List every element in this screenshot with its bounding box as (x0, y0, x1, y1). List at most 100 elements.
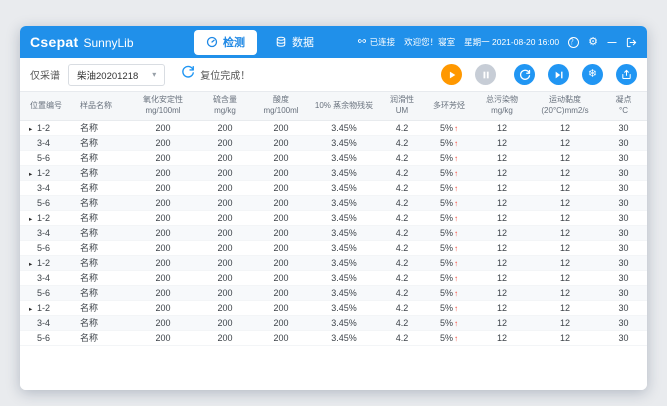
acidity-cell: 200 (254, 240, 308, 255)
position-cell: ▸1-2 (20, 255, 72, 270)
pollutant-cell: 12 (474, 210, 530, 225)
sample-name-cell: 名称 (72, 195, 130, 210)
pour-point-cell: 30 (600, 135, 647, 150)
settings-icon[interactable]: ⚙ (588, 37, 598, 48)
sulfur-cell: 200 (196, 255, 254, 270)
lubricity-cell: 4.2 (380, 315, 424, 330)
viscosity-cell: 12 (530, 315, 600, 330)
pah-value: 5% (440, 228, 453, 238)
freeze-button[interactable]: ❄ (582, 64, 603, 85)
sulfur-cell: 200 (196, 285, 254, 300)
reset-icon[interactable] (181, 65, 195, 84)
tab-data[interactable]: 数据 (263, 30, 326, 55)
acidity-cell: 200 (254, 180, 308, 195)
pollutant-cell: 12 (474, 120, 530, 135)
lubricity-cell: 4.2 (380, 255, 424, 270)
oxidation-cell: 200 (130, 195, 196, 210)
sulfur-cell: 200 (196, 300, 254, 315)
pah-cell: 5%↑ (424, 150, 474, 165)
row-marker-icon: ▸ (29, 260, 37, 268)
tab-detection-label: 检测 (223, 34, 245, 50)
lubricity-cell: 4.2 (380, 300, 424, 315)
export-button[interactable] (616, 64, 637, 85)
tab-detection[interactable]: 检测 (194, 30, 257, 55)
col-header-pour-point: 凝点°C (600, 92, 647, 120)
start-button[interactable] (441, 64, 462, 85)
table-row[interactable]: 5-6 名称 200 200 200 3.45% 4.2 5%↑ 12 12 3… (20, 240, 647, 255)
col-header-oxidation-stability: 氧化安定性mg/100ml (130, 92, 196, 120)
tab-data-label: 数据 (292, 34, 314, 50)
position-cell: 3-4 (20, 225, 72, 240)
residue-cell: 3.45% (308, 195, 380, 210)
table-row[interactable]: 3-4 名称 200 200 200 3.45% 4.2 5%↑ 12 12 3… (20, 270, 647, 285)
table-row[interactable]: 5-6 名称 200 200 200 3.45% 4.2 5%↑ 12 12 3… (20, 195, 647, 210)
pollutant-cell: 12 (474, 135, 530, 150)
position-value: 5-6 (37, 333, 50, 343)
help-icon[interactable]: ？ (568, 37, 579, 48)
viscosity-cell: 12 (530, 180, 600, 195)
up-arrow-icon: ↑ (454, 229, 458, 238)
connection-label: 已连接 (370, 36, 396, 48)
pour-point-cell: 30 (600, 180, 647, 195)
oxidation-cell: 200 (130, 270, 196, 285)
lubricity-cell: 4.2 (380, 165, 424, 180)
capture-only-label[interactable]: 仅采谱 (30, 67, 60, 82)
sample-name-cell: 名称 (72, 120, 130, 135)
sulfur-cell: 200 (196, 120, 254, 135)
viscosity-cell: 12 (530, 300, 600, 315)
welcome-text: 欢迎您！寝室 (404, 36, 455, 48)
sulfur-cell: 200 (196, 135, 254, 150)
position-value: 1-2 (37, 303, 50, 313)
col-header-total-pollutant: 总污染物mg/kg (474, 92, 530, 120)
pollutant-cell: 12 (474, 270, 530, 285)
table-row[interactable]: 3-4 名称 200 200 200 3.45% 4.2 5%↑ 12 12 3… (20, 225, 647, 240)
acidity-cell: 200 (254, 120, 308, 135)
oxidation-cell: 200 (130, 315, 196, 330)
table-row[interactable]: 3-4 名称 200 200 200 3.45% 4.2 5%↑ 12 12 3… (20, 315, 647, 330)
table-row[interactable]: 5-6 名称 200 200 200 3.45% 4.2 5%↑ 12 12 3… (20, 285, 647, 300)
table-row[interactable]: 3-4 名称 200 200 200 3.45% 4.2 5%↑ 12 12 3… (20, 135, 647, 150)
table-row[interactable]: ▸1-2 名称 200 200 200 3.45% 4.2 5%↑ 12 12 … (20, 165, 647, 180)
table-row[interactable]: 5-6 名称 200 200 200 3.45% 4.2 5%↑ 12 12 3… (20, 330, 647, 345)
pause-button[interactable] (475, 64, 496, 85)
sample-name-cell: 名称 (72, 210, 130, 225)
sulfur-cell: 200 (196, 240, 254, 255)
lubricity-cell: 4.2 (380, 180, 424, 195)
residue-cell: 3.45% (308, 165, 380, 180)
position-value: 5-6 (37, 198, 50, 208)
exit-icon[interactable] (626, 37, 637, 48)
up-arrow-icon: ↑ (454, 259, 458, 268)
table-row[interactable]: 5-6 名称 200 200 200 3.45% 4.2 5%↑ 12 12 3… (20, 150, 647, 165)
minimize-icon[interactable]: — (607, 38, 617, 47)
pah-cell: 5%↑ (424, 240, 474, 255)
row-marker-icon: ▸ (29, 215, 37, 223)
chevron-down-icon: ▾ (152, 70, 156, 79)
results-table-container: 位置编号 样品名称 氧化安定性mg/100ml 硫含量mg/kg 酸度mg/10… (20, 92, 647, 390)
pah-value: 5% (440, 183, 453, 193)
main-nav: 检测 数据 (194, 26, 326, 58)
skip-end-button[interactable] (548, 64, 569, 85)
position-value: 5-6 (37, 153, 50, 163)
loop-button[interactable] (514, 64, 535, 85)
sample-dropdown[interactable]: 柴油20201218 ▾ (68, 64, 165, 86)
oxidation-cell: 200 (130, 180, 196, 195)
pollutant-cell: 12 (474, 330, 530, 345)
table-row[interactable]: ▸1-2 名称 200 200 200 3.45% 4.2 5%↑ 12 12 … (20, 300, 647, 315)
pour-point-cell: 30 (600, 300, 647, 315)
viscosity-cell: 12 (530, 240, 600, 255)
oxidation-cell: 200 (130, 150, 196, 165)
table-row[interactable]: ▸1-2 名称 200 200 200 3.45% 4.2 5%↑ 12 12 … (20, 210, 647, 225)
sulfur-cell: 200 (196, 210, 254, 225)
lubricity-cell: 4.2 (380, 330, 424, 345)
table-row[interactable]: ▸1-2 名称 200 200 200 3.45% 4.2 5%↑ 12 12 … (20, 120, 647, 135)
residue-cell: 3.45% (308, 210, 380, 225)
pour-point-cell: 30 (600, 240, 647, 255)
pah-cell: 5%↑ (424, 195, 474, 210)
acidity-cell: 200 (254, 270, 308, 285)
table-row[interactable]: 3-4 名称 200 200 200 3.45% 4.2 5%↑ 12 12 3… (20, 180, 647, 195)
oxidation-cell: 200 (130, 210, 196, 225)
table-row[interactable]: ▸1-2 名称 200 200 200 3.45% 4.2 5%↑ 12 12 … (20, 255, 647, 270)
sample-name-cell: 名称 (72, 180, 130, 195)
pour-point-cell: 30 (600, 195, 647, 210)
sulfur-cell: 200 (196, 150, 254, 165)
